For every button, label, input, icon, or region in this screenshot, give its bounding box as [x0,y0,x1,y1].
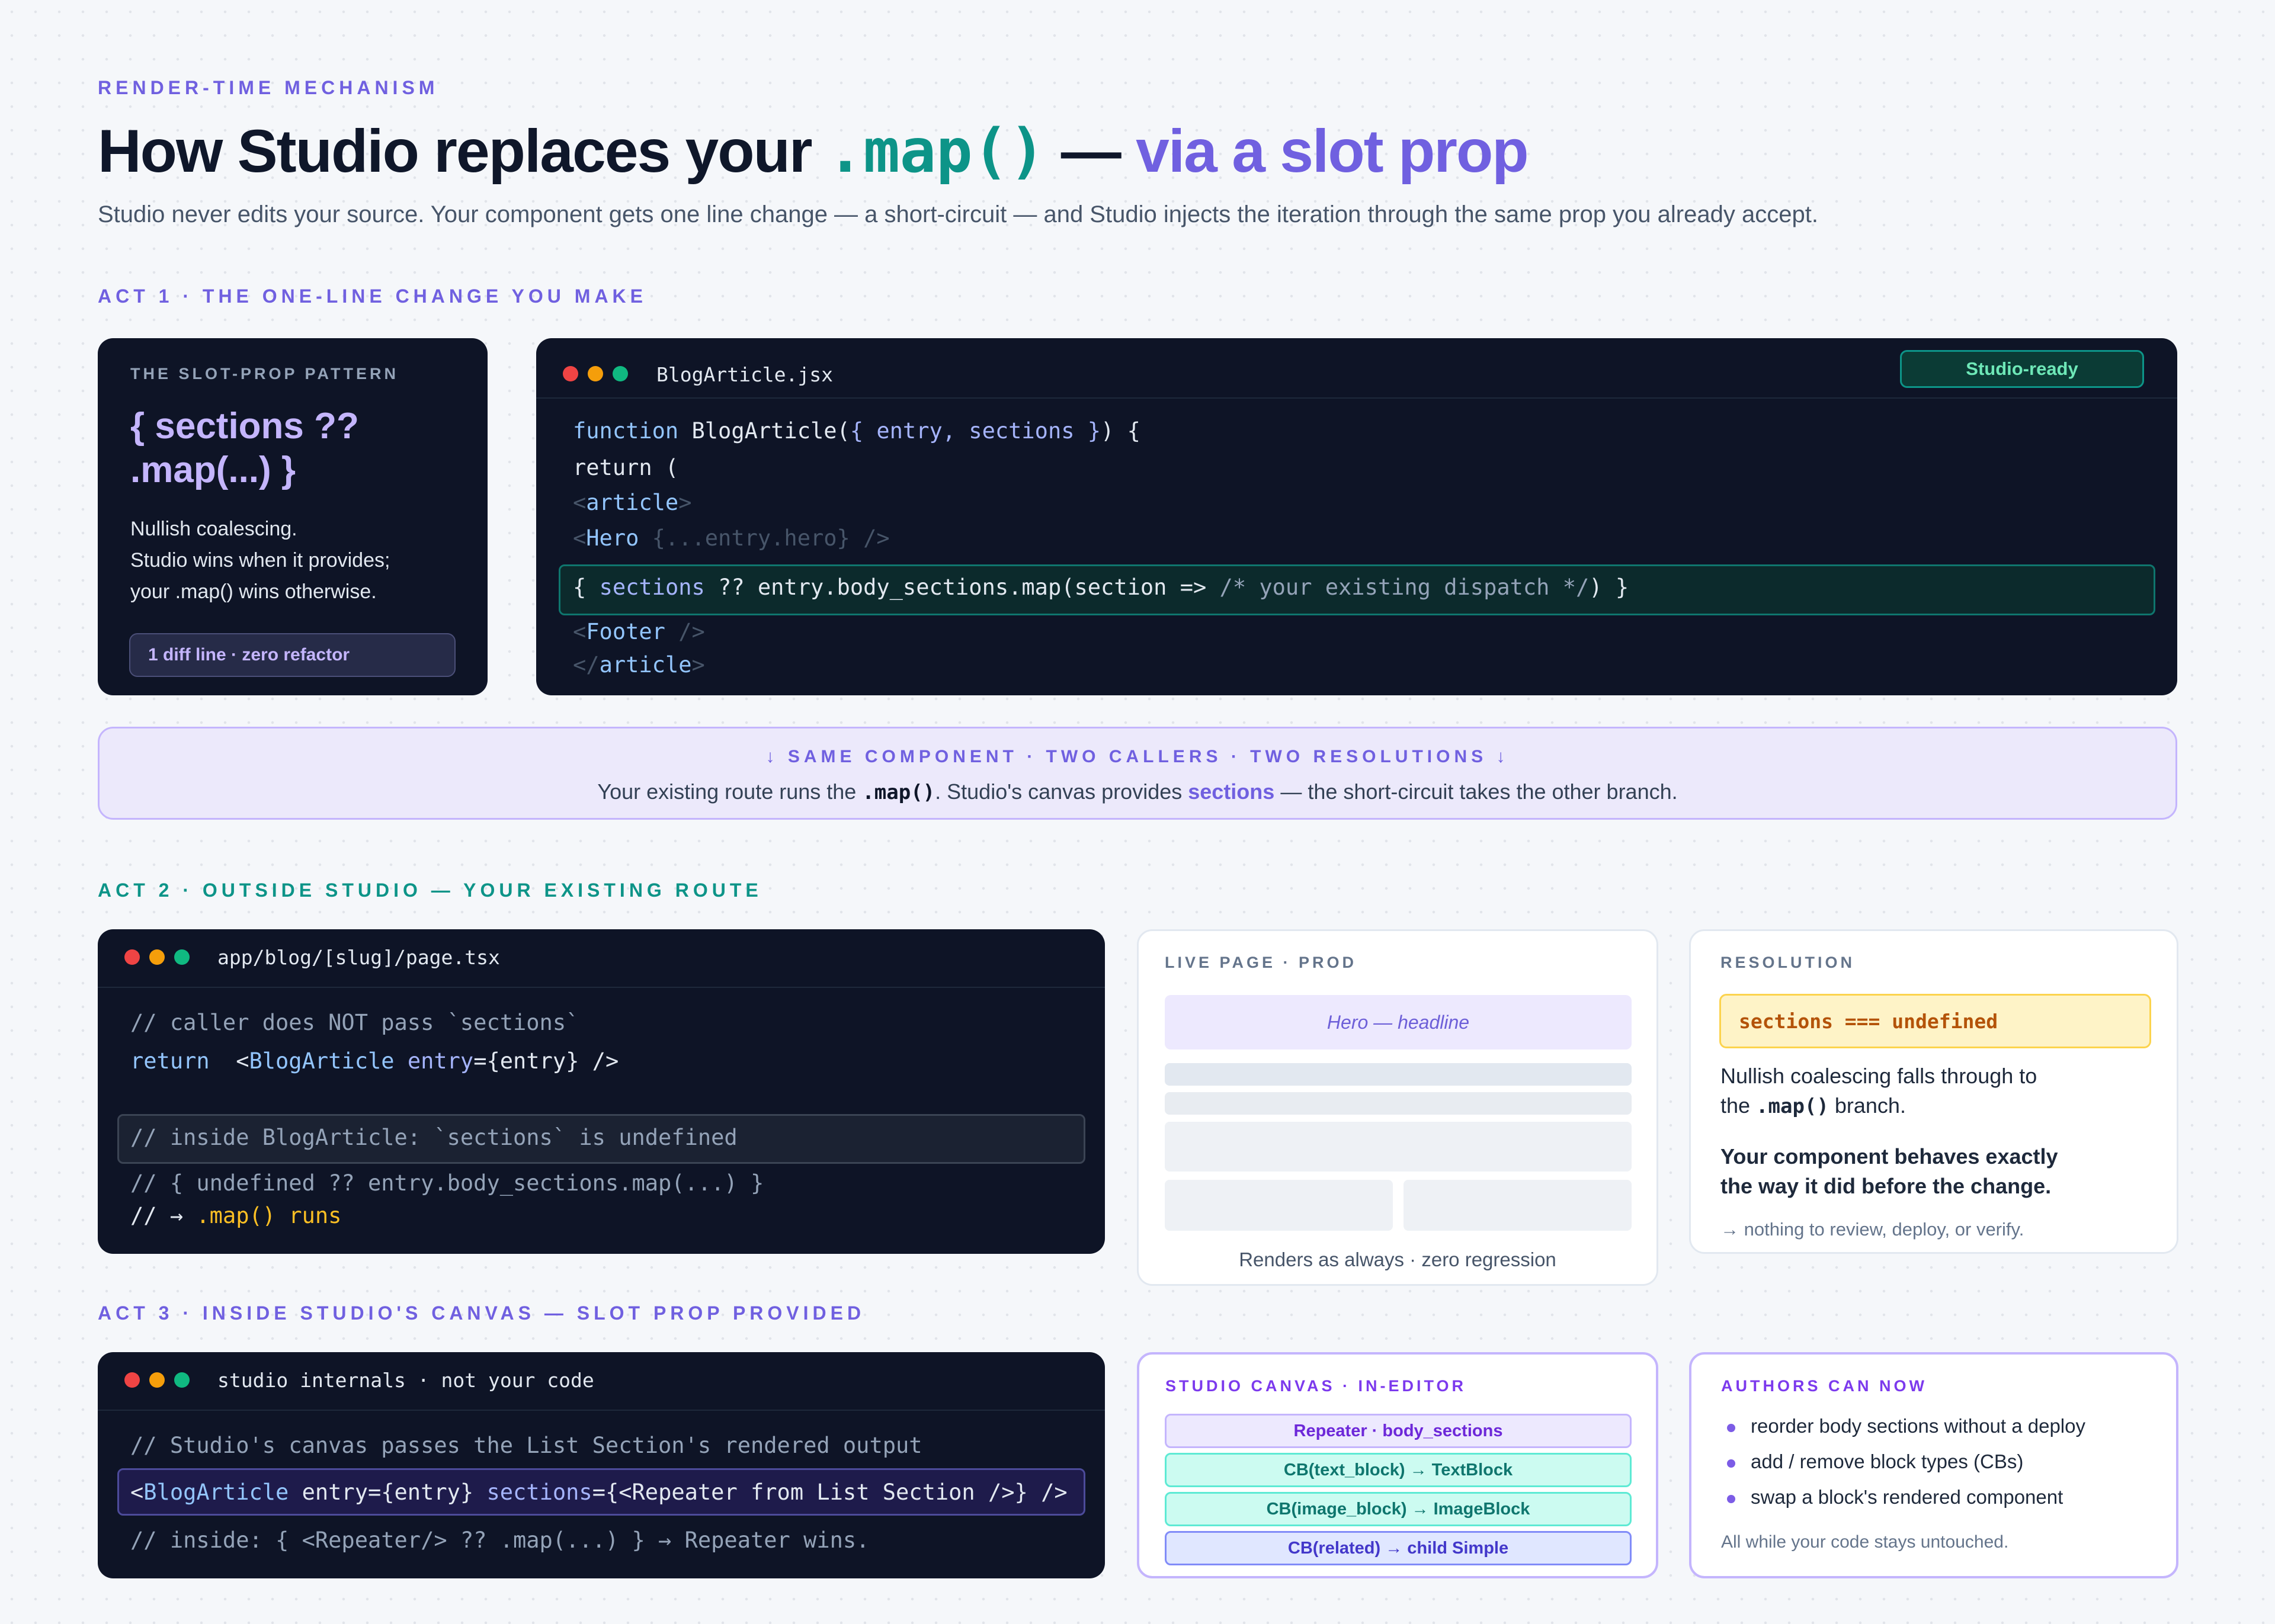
title-dash: — [1045,117,1136,185]
code-line: // caller does NOT pass `sections` [130,1010,579,1035]
maximize-dot-icon [174,1372,190,1388]
banner-title: ↓ SAME COMPONENT · TWO CALLERS · TWO RES… [765,747,1510,766]
hero-headline-placeholder: Hero — headline [1165,995,1632,1049]
image-block-item: CB(image_block) → ImageBlock [1165,1492,1632,1526]
editor-header-divider [98,1410,1105,1411]
resolution-paragraph: Nullish coalescing falls through to the … [1720,1064,2037,1118]
canvas-eyebrow: STUDIO CANVAS · IN-EDITOR [1165,1377,1467,1395]
act2-label: ACT 2 · OUTSIDE STUDIO — YOUR EXISTING R… [98,880,762,901]
resolution-eyebrow: RESOLUTION [1720,954,1856,971]
repeater-block: Repeater · body_sections [1165,1414,1632,1448]
resolution-card: RESOLUTION sections === undefined Nullis… [1689,929,2178,1254]
code-line-changed: { sections ?? entry.body_sections.map(se… [573,575,1629,600]
content-placeholder-bar [1165,1092,1632,1115]
pattern-description: Nullish coalescing. Studio wins when it … [130,513,390,608]
code-line: <article> [573,490,692,515]
title-text: How Studio replaces your [98,117,827,185]
authors-bullet: add / remove block types (CBs) [1751,1450,2024,1472]
act1-label: ACT 1 · THE ONE-LINE CHANGE YOU MAKE [98,285,647,307]
editor-filename: app/blog/[slug]/page.tsx [217,946,500,969]
code-line: </article> [573,652,705,678]
bullet-dot-icon [1727,1459,1735,1468]
act3-label: ACT 3 · INSIDE STUDIO'S CANVAS — SLOT PR… [98,1302,866,1324]
pattern-desc-line: Studio wins when it provides; [130,549,390,572]
text-block-item: CB(text_block) → TextBlock [1165,1453,1632,1487]
code-line: // inside: { <Repeater/> ?? .map(...) } … [130,1527,870,1553]
related-block-item: CB(related) → child Simple [1165,1531,1632,1565]
undefined-condition-badge: sections === undefined [1719,994,2151,1048]
page-subtitle: Studio never edits your source. Your com… [98,201,1818,227]
code-line: // { undefined ?? entry.body_sections.ma… [130,1170,764,1196]
close-dot-icon [563,366,578,381]
close-dot-icon [124,949,140,965]
pattern-heading-line: .map(...) } [130,450,296,490]
page-title: How Studio replaces your .map() — via a … [98,116,1529,187]
minimize-dot-icon [588,366,603,381]
code-line: <Footer /> [573,619,705,644]
live-page-caption: Renders as always · zero regression [1239,1249,1556,1270]
authors-bullet: reorder body sections without a deploy [1751,1415,2085,1437]
diff-badge: 1 diff line · zero refactor [129,633,456,677]
content-placeholder-block [1404,1180,1632,1231]
editor-filename: BlogArticle.jsx [656,363,834,386]
maximize-dot-icon [613,366,628,381]
code-line: <BlogArticle entry={entry} sections={<Re… [130,1479,1068,1505]
authors-footnote: All while your code stays untouched. [1721,1532,2009,1552]
code-line: // Studio's canvas passes the List Secti… [130,1433,922,1458]
editor-header-divider [98,987,1105,988]
close-dot-icon [124,1372,140,1388]
content-placeholder-bar [1165,1063,1632,1086]
content-placeholder-block [1165,1122,1632,1172]
page-tsx-editor: app/blog/[slug]/page.tsx // caller does … [98,929,1105,1254]
live-page-eyebrow: LIVE PAGE · PROD [1165,954,1357,971]
window-controls [563,366,628,381]
studio-internals-editor: studio internals · not your code // Stud… [98,1352,1105,1578]
resolution-footnote: → nothing to review, deploy, or verify. [1720,1219,2024,1240]
studio-ready-badge: Studio-ready [1900,350,2144,388]
slot-prop-pattern-card: THE SLOT-PROP PATTERN { sections ?? .map… [98,338,488,695]
studio-canvas-card: STUDIO CANVAS · IN-EDITOR Repeater · bod… [1137,1352,1658,1578]
editor-header-divider [536,397,2177,399]
pattern-heading-line: { sections ?? [130,406,359,447]
authors-can-now-card: AUTHORS CAN NOW reorder body sections wi… [1689,1352,2178,1578]
code-line: // inside BlogArticle: `sections` is und… [130,1125,738,1150]
code-line: return <BlogArticle entry={entry} /> [130,1048,619,1074]
code-line: return ( [573,455,679,480]
window-controls [124,949,190,965]
title-accent: via a slot prop [1136,117,1529,185]
minimize-dot-icon [149,1372,165,1388]
window-controls [124,1372,190,1388]
pattern-eyebrow: THE SLOT-PROP PATTERN [130,365,399,383]
authors-eyebrow: AUTHORS CAN NOW [1721,1377,1927,1395]
page-eyebrow: RENDER-TIME MECHANISM [98,77,439,98]
pattern-desc-line: your .map() wins otherwise. [130,580,377,603]
minimize-dot-icon [149,949,165,965]
authors-bullet: swap a block's rendered component [1751,1486,2063,1508]
maximize-dot-icon [174,949,190,965]
content-placeholder-block [1165,1180,1393,1231]
code-line: // → .map() runs [130,1203,342,1228]
two-resolutions-banner: ↓ SAME COMPONENT · TWO CALLERS · TWO RES… [98,727,2177,820]
resolution-emphasis: Your component behaves exactly the way i… [1720,1144,2058,1198]
banner-text: Your existing route runs the .map(). Stu… [597,779,1678,804]
blogarticle-editor: BlogArticle.jsx Studio-ready function Bl… [536,338,2177,695]
bullet-dot-icon [1727,1424,1735,1432]
live-page-prod-card: LIVE PAGE · PROD Hero — headline Renders… [1137,929,1658,1286]
code-line: <Hero {...entry.hero} /> [573,525,890,551]
pattern-heading: { sections ?? .map(...) } [130,405,359,492]
editor-filename: studio internals · not your code [217,1369,594,1392]
pattern-desc-line: Nullish coalescing. [130,518,297,540]
code-line: function BlogArticle({ entry, sections }… [573,418,1140,444]
bullet-dot-icon [1727,1495,1735,1503]
title-code: .map() [826,116,1046,187]
